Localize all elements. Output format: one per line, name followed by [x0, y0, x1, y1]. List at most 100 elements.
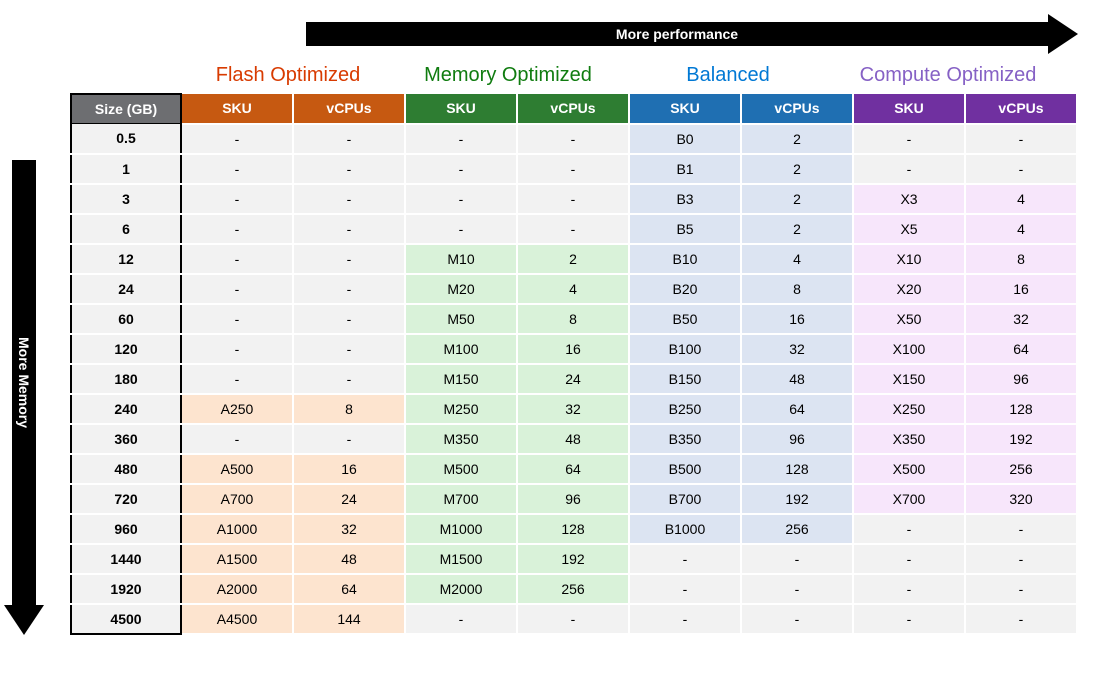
cell-memory-vcpu: -: [517, 214, 629, 244]
cell-flash-vcpu: 64: [293, 574, 405, 604]
cell-memory-vcpu: 96: [517, 484, 629, 514]
cell-balanced-vcpu: 96: [741, 424, 853, 454]
cell-balanced-sku: B350: [629, 424, 741, 454]
table-row: 6----B52X54: [71, 214, 1077, 244]
cell-compute-sku: -: [853, 544, 965, 574]
cell-balanced-vcpu: 32: [741, 334, 853, 364]
cell-compute-sku: X5: [853, 214, 965, 244]
cell-balanced-sku: B250: [629, 394, 741, 424]
cell-balanced-sku: -: [629, 604, 741, 634]
table-row: 60--M508B5016X5032: [71, 304, 1077, 334]
cell-memory-vcpu: -: [517, 154, 629, 184]
cell-memory-vcpu: 256: [517, 574, 629, 604]
cell-size: 60: [71, 304, 181, 334]
cell-memory-vcpu: 24: [517, 364, 629, 394]
cell-size: 480: [71, 454, 181, 484]
cell-memory-sku: -: [405, 124, 517, 154]
sku-table: Size (GB) SKU vCPUs SKU vCPUs SKU vCPUs …: [70, 93, 1078, 635]
table-header-row: Size (GB) SKU vCPUs SKU vCPUs SKU vCPUs …: [71, 94, 1077, 124]
cell-flash-sku: A500: [181, 454, 293, 484]
cell-size: 1: [71, 154, 181, 184]
cell-flash-sku: -: [181, 124, 293, 154]
col-memory-sku: SKU: [405, 94, 517, 124]
table-row: 3----B32X34: [71, 184, 1077, 214]
cell-flash-vcpu: 16: [293, 454, 405, 484]
cell-flash-sku: -: [181, 154, 293, 184]
cell-compute-sku: X50: [853, 304, 965, 334]
cell-size: 960: [71, 514, 181, 544]
cell-flash-vcpu: -: [293, 274, 405, 304]
cell-flash-sku: A1500: [181, 544, 293, 574]
table-row: 0.5----B02--: [71, 124, 1077, 154]
cell-compute-sku: X350: [853, 424, 965, 454]
cell-memory-sku: M150: [405, 364, 517, 394]
cell-flash-sku: A4500: [181, 604, 293, 634]
cell-balanced-sku: -: [629, 574, 741, 604]
cell-flash-vcpu: -: [293, 184, 405, 214]
cell-compute-sku: X500: [853, 454, 965, 484]
cell-memory-vcpu: 4: [517, 274, 629, 304]
cell-size: 4500: [71, 604, 181, 634]
cell-balanced-vcpu: -: [741, 604, 853, 634]
cell-compute-vcpu: 4: [965, 214, 1077, 244]
cell-balanced-sku: B1: [629, 154, 741, 184]
cell-compute-vcpu: -: [965, 574, 1077, 604]
cell-memory-sku: -: [405, 214, 517, 244]
cell-balanced-sku: B3: [629, 184, 741, 214]
cell-compute-vcpu: 8: [965, 244, 1077, 274]
cell-balanced-sku: B1000: [629, 514, 741, 544]
cell-balanced-sku: B500: [629, 454, 741, 484]
cell-compute-sku: -: [853, 154, 965, 184]
cell-flash-vcpu: -: [293, 364, 405, 394]
table-row: 480A50016M50064B500128X500256: [71, 454, 1077, 484]
tier-label-balanced: Balanced: [618, 58, 838, 93]
cell-compute-vcpu: 16: [965, 274, 1077, 304]
cell-balanced-sku: B700: [629, 484, 741, 514]
cell-compute-vcpu: 96: [965, 364, 1077, 394]
cell-memory-sku: M20: [405, 274, 517, 304]
cell-balanced-sku: B100: [629, 334, 741, 364]
cell-flash-vcpu: -: [293, 334, 405, 364]
cell-compute-vcpu: 64: [965, 334, 1077, 364]
cell-flash-vcpu: -: [293, 244, 405, 274]
cell-balanced-vcpu: 8: [741, 274, 853, 304]
cell-balanced-vcpu: 48: [741, 364, 853, 394]
table-row: 1440A150048M1500192----: [71, 544, 1077, 574]
cell-memory-sku: M350: [405, 424, 517, 454]
cell-compute-sku: X3: [853, 184, 965, 214]
cell-flash-sku: -: [181, 364, 293, 394]
cell-memory-sku: M1000: [405, 514, 517, 544]
cell-compute-vcpu: 192: [965, 424, 1077, 454]
cell-compute-sku: -: [853, 514, 965, 544]
more-memory-label: More Memory: [12, 160, 36, 605]
cell-balanced-sku: B0: [629, 124, 741, 154]
cell-compute-sku: X250: [853, 394, 965, 424]
cell-memory-vcpu: 8: [517, 304, 629, 334]
arrow-down-icon: [4, 605, 44, 635]
cell-balanced-vcpu: 64: [741, 394, 853, 424]
cell-compute-sku: -: [853, 124, 965, 154]
cell-flash-sku: -: [181, 424, 293, 454]
tier-label-compute: Compute Optimized: [838, 58, 1058, 93]
cell-flash-sku: A1000: [181, 514, 293, 544]
cell-compute-vcpu: 256: [965, 454, 1077, 484]
cell-compute-vcpu: -: [965, 544, 1077, 574]
col-compute-vcpu: vCPUs: [965, 94, 1077, 124]
cell-memory-vcpu: -: [517, 184, 629, 214]
cell-compute-vcpu: 4: [965, 184, 1077, 214]
cell-compute-sku: X100: [853, 334, 965, 364]
cell-memory-vcpu: -: [517, 604, 629, 634]
cell-memory-vcpu: 32: [517, 394, 629, 424]
cell-balanced-vcpu: 4: [741, 244, 853, 274]
cell-flash-vcpu: -: [293, 424, 405, 454]
cell-memory-sku: M2000: [405, 574, 517, 604]
table-row: 360--M35048B35096X350192: [71, 424, 1077, 454]
table-row: 12--M102B104X108: [71, 244, 1077, 274]
cell-memory-vcpu: 2: [517, 244, 629, 274]
table-row: 1----B12--: [71, 154, 1077, 184]
col-flash-sku: SKU: [181, 94, 293, 124]
cell-balanced-vcpu: 2: [741, 214, 853, 244]
cell-memory-vcpu: 128: [517, 514, 629, 544]
cell-size: 24: [71, 274, 181, 304]
cell-flash-vcpu: -: [293, 124, 405, 154]
